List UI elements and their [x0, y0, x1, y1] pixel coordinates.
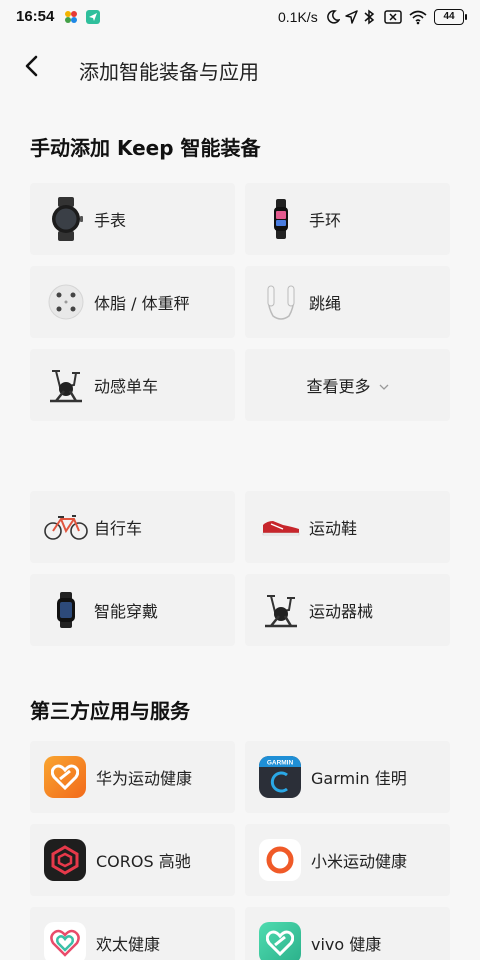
chevron-left-icon: [24, 54, 40, 82]
svg-text:GARMIN: GARMIN: [267, 760, 294, 767]
app-card-coros[interactable]: COROS 高驰: [30, 824, 235, 896]
garmin-icon: GARMIN: [259, 756, 301, 798]
fitness-band-icon: [259, 197, 303, 241]
device-label: 跳绳: [309, 294, 342, 313]
app-card-garmin[interactable]: GARMIN Garmin 佳明: [245, 741, 450, 813]
section-title-third-party: 第三方应用与服务: [30, 699, 190, 723]
vivo-health-icon: [259, 922, 301, 960]
section-title-manual: 手动添加 Keep 智能装备: [30, 136, 261, 160]
chevron-down-icon: [379, 376, 389, 395]
app-label: vivo 健康: [311, 935, 382, 954]
device-label: 自行车: [94, 519, 143, 538]
app-label: COROS 高驰: [96, 852, 191, 871]
wifi-icon: [408, 9, 428, 25]
status-bar: 16:54 0.1K/s 44: [0, 0, 480, 36]
scale-icon: [44, 280, 88, 324]
view-more-label: 查看更多: [306, 377, 371, 396]
battery-icon: 44: [434, 9, 467, 25]
page-title: 添加智能装备与应用: [79, 60, 259, 84]
nav-bar: 添加智能装备与应用: [0, 36, 480, 100]
coros-icon: [44, 839, 86, 881]
bluetooth-icon: [363, 9, 375, 25]
sim-off-icon: [384, 9, 402, 25]
device-card-band[interactable]: 手环: [245, 183, 450, 255]
device-card-sneaker[interactable]: 运动鞋: [245, 491, 450, 563]
pinwheel-app-icon: [64, 10, 78, 24]
back-button[interactable]: [16, 52, 48, 84]
device-label: 手环: [309, 211, 342, 230]
device-card-bicycle[interactable]: 自行车: [30, 491, 235, 563]
wearable-icon: [44, 588, 88, 632]
view-more-button[interactable]: 查看更多: [245, 349, 450, 421]
spin-bike-icon: [44, 363, 88, 407]
location-arrow-icon: [344, 9, 358, 25]
device-label: 手表: [94, 211, 127, 230]
heytap-health-icon: [44, 922, 86, 960]
network-speed: 0.1K/s: [278, 9, 318, 25]
sneaker-icon: [259, 505, 303, 549]
status-time: 16:54: [16, 8, 55, 25]
app-label: 小米运动健康: [311, 852, 408, 871]
app-card-xiaomi-health[interactable]: 小米运动健康: [245, 824, 450, 896]
app-card-vivo-health[interactable]: vivo 健康: [245, 907, 450, 960]
device-label: 运动器械: [309, 602, 374, 621]
device-label: 运动鞋: [309, 519, 358, 538]
device-label: 智能穿戴: [94, 602, 159, 621]
send-app-icon: [86, 10, 100, 24]
device-card-spin-bike[interactable]: 动感单车: [30, 349, 235, 421]
xiaomi-health-icon: [259, 839, 301, 881]
device-label: 动感单车: [94, 377, 159, 396]
app-card-heytap-health[interactable]: 欢太健康: [30, 907, 235, 960]
device-card-wearable[interactable]: 智能穿戴: [30, 574, 235, 646]
app-label: Garmin 佳明: [311, 769, 407, 788]
moon-icon: [326, 9, 341, 25]
app-label: 欢太健康: [96, 935, 161, 954]
device-card-jump-rope[interactable]: 跳绳: [245, 266, 450, 338]
app-card-huawei-health[interactable]: 华为运动健康: [30, 741, 235, 813]
app-label: 华为运动健康: [96, 769, 193, 788]
device-card-watch[interactable]: 手表: [30, 183, 235, 255]
device-card-scale[interactable]: 体脂 / 体重秤: [30, 266, 235, 338]
device-card-exercise-machine[interactable]: 运动器械: [245, 574, 450, 646]
device-label: 体脂 / 体重秤: [94, 294, 190, 313]
huawei-health-icon: [44, 756, 86, 798]
bicycle-icon: [44, 505, 88, 549]
smartwatch-icon: [44, 197, 88, 241]
exercise-machine-icon: [259, 588, 303, 632]
jump-rope-icon: [259, 280, 303, 324]
